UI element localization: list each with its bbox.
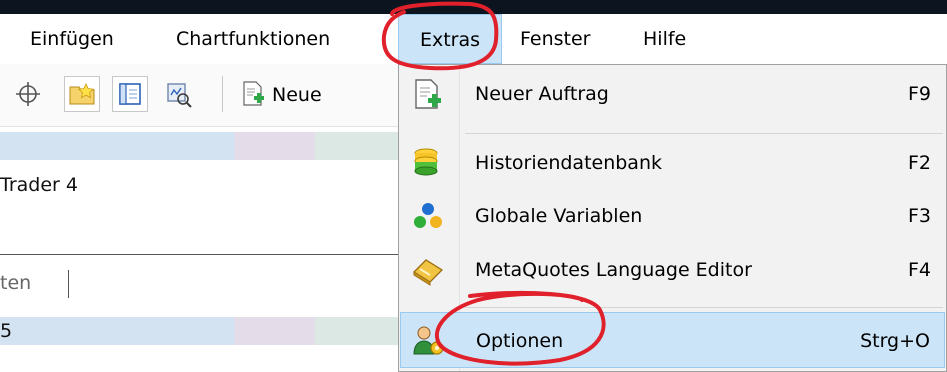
tab-divider — [68, 270, 69, 298]
toolbar-separator — [222, 76, 223, 112]
main-workspace: Neue Trader 4 ten 5 — [0, 64, 404, 372]
menu-einfuegen[interactable]: Einfügen — [30, 14, 114, 64]
menu-item-label: Globale Variablen — [475, 205, 643, 227]
app-window: Einfügen Chartfunktionen Extras Fenster … — [0, 0, 947, 372]
menu-fenster[interactable]: Fenster — [520, 14, 590, 64]
menu-bar: Einfügen Chartfunktionen Extras Fenster … — [0, 14, 947, 65]
menu-item-historiendatenbank[interactable]: Historiendatenbank F2 — [400, 135, 945, 191]
navigator-window-icon[interactable] — [112, 76, 148, 112]
menu-item-neuer-auftrag[interactable]: Neuer Auftrag F9 — [400, 66, 945, 122]
toolbar: Neue — [0, 64, 404, 127]
history-database-icon — [411, 146, 445, 180]
menu-item-shortcut: F2 — [907, 152, 931, 174]
extras-dropdown: Neuer Auftrag F9 Historiendatenbank F2 G… — [398, 64, 947, 372]
menu-separator — [465, 133, 943, 134]
favorites-folder-icon[interactable] — [64, 76, 100, 112]
menu-item-shortcut: F3 — [907, 205, 931, 227]
menu-item-label: Historiendatenbank — [475, 152, 662, 174]
menu-item-label: Optionen — [476, 330, 564, 352]
menu-chartfunktionen[interactable]: Chartfunktionen — [176, 14, 330, 64]
menu-item-shortcut: F9 — [907, 83, 931, 105]
tab-fragment[interactable]: ten — [0, 272, 31, 294]
new-order-icon — [411, 77, 445, 111]
chart-tab-strip — [0, 132, 404, 160]
crosshair-icon[interactable] — [10, 76, 46, 112]
options-icon — [412, 324, 446, 358]
window-title-fragment: Trader 4 — [0, 174, 78, 196]
row-fragment: 5 — [0, 320, 13, 342]
menu-item-shortcut: F4 — [907, 259, 931, 281]
menu-separator — [465, 307, 943, 308]
terminal-header-strip — [0, 317, 404, 345]
metaeditor-icon — [411, 253, 445, 287]
menu-item-globale-variablen[interactable]: Globale Variablen F3 — [400, 188, 945, 244]
menu-extras[interactable]: Extras — [398, 14, 502, 64]
panel-divider — [0, 254, 404, 255]
menu-item-metaquotes-editor[interactable]: MetaQuotes Language Editor F4 — [400, 242, 945, 298]
new-order-icon[interactable] — [236, 76, 272, 112]
global-variables-icon — [411, 199, 445, 233]
menu-hilfe[interactable]: Hilfe — [643, 14, 686, 64]
menu-item-shortcut: Strg+O — [860, 330, 930, 352]
new-order-label[interactable]: Neue — [272, 64, 322, 126]
menu-item-label: Neuer Auftrag — [475, 83, 609, 105]
menu-item-optionen[interactable]: Optionen Strg+O — [400, 312, 945, 368]
strategy-tester-icon[interactable] — [160, 76, 196, 112]
menu-item-label: MetaQuotes Language Editor — [475, 259, 752, 281]
